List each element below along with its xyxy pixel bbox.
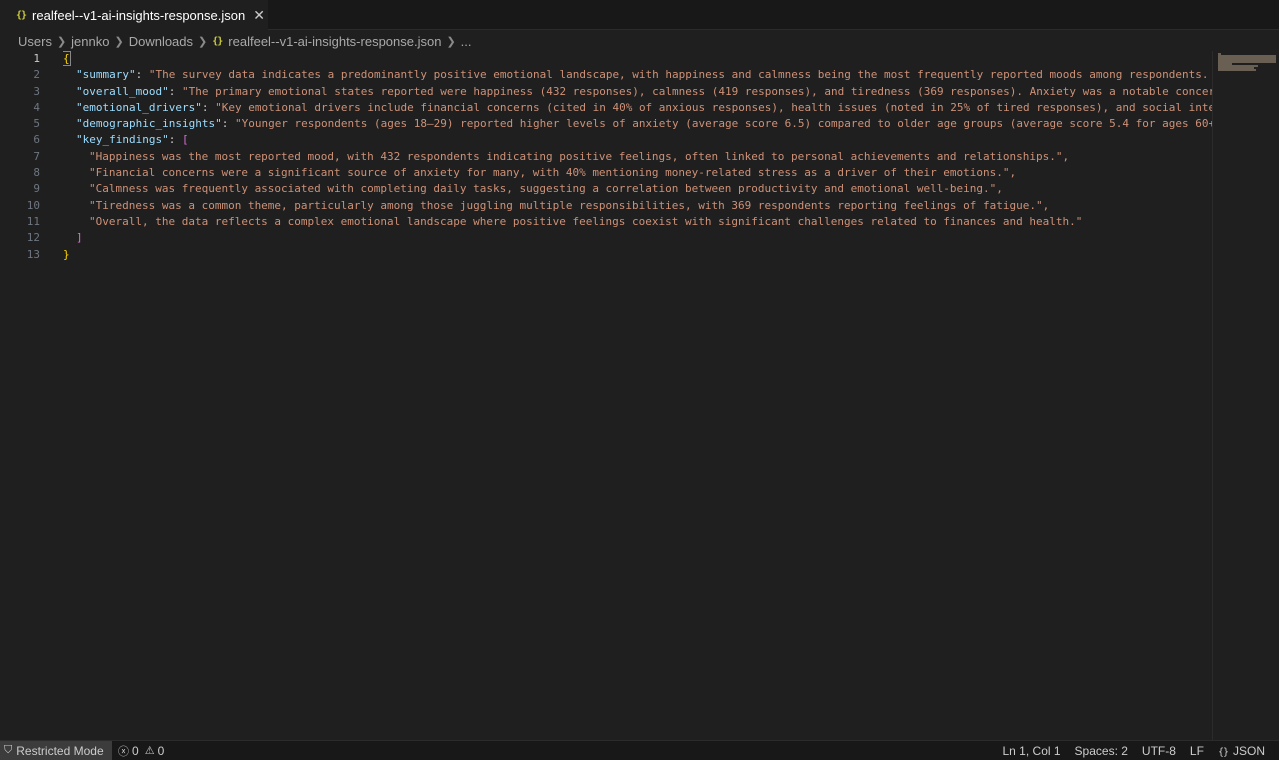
editor-window: {} realfeel--v1-ai-insights-response.jso… <box>0 0 1279 760</box>
json-braces-icon: {} <box>212 35 223 47</box>
code-editor[interactable]: 1 2 3 4 5 6 7 8 9 10 11 12 13 { "summary… <box>0 51 1212 740</box>
code-line: "overall_mood": "The primary emotional s… <box>63 84 1212 100</box>
json-string-value: "The primary emotional states reported w… <box>181 84 1212 98</box>
colon: : <box>135 68 149 82</box>
tab-json-file[interactable]: {} realfeel--v1-ai-insights-response.jso… <box>0 0 268 30</box>
colon: : <box>168 133 182 147</box>
line-number: 13 <box>26 247 40 261</box>
breadcrumb-item-symbols[interactable]: ... <box>461 34 472 49</box>
json-key: "emotional_drivers" <box>76 100 202 114</box>
json-braces-icon: {} <box>1217 746 1229 758</box>
code-line: "key_findings": [ <box>63 132 1212 148</box>
code-line: "demographic_insights": "Younger respond… <box>63 116 1212 132</box>
code-line: "emotional_drivers": "Key emotional driv… <box>63 100 1212 116</box>
error-count: 0 <box>132 743 139 758</box>
indentation-setting[interactable]: Spaces: 2 <box>1075 744 1128 758</box>
line-number-gutter: 1 2 3 4 5 6 7 8 9 10 11 12 13 <box>0 51 50 263</box>
warning-icon: ⚠ <box>144 745 155 757</box>
colon: : <box>221 117 235 131</box>
open-brace: { <box>63 51 71 66</box>
code-line: "Overall, the data reflects a complex em… <box>63 214 1212 230</box>
breadcrumb: Users ❯ jennko ❯ Downloads ❯ {} realfeel… <box>18 31 472 51</box>
close-brace: } <box>63 247 70 261</box>
language-mode[interactable]: {} JSON <box>1218 744 1265 758</box>
line-number: 4 <box>33 100 40 114</box>
language-label: JSON <box>1232 743 1265 758</box>
json-braces-icon: {} <box>16 9 27 21</box>
code-content[interactable]: { "summary": "The survey data indicates … <box>63 51 1212 263</box>
close-bracket: ] <box>76 231 83 245</box>
line-number: 9 <box>33 182 40 196</box>
status-bar: ⛉ Restricted Mode ⓧ 0 ⚠ 0 Ln 1, Col 1 Sp… <box>0 740 1279 760</box>
line-number: 3 <box>33 84 40 98</box>
code-line: "summary": "The survey data indicates a … <box>63 67 1212 83</box>
chevron-right-icon: ❯ <box>114 35 124 48</box>
line-number: 8 <box>33 166 40 180</box>
code-line: "Tiredness was a common theme, particula… <box>63 198 1212 214</box>
cursor-position[interactable]: Ln 1, Col 1 <box>1003 744 1061 758</box>
warning-count: 0 <box>157 743 165 758</box>
json-string-value: "Key emotional drivers include financial… <box>215 100 1212 114</box>
shield-icon: ⛉ <box>4 744 13 756</box>
line-number: 5 <box>33 117 40 131</box>
json-array-item: "Calmness was frequently associated with… <box>89 182 1003 196</box>
line-number: 12 <box>26 231 40 245</box>
tab-label: realfeel--v1-ai-insights-response.json <box>32 7 246 23</box>
line-number: 2 <box>33 68 40 82</box>
code-line: } <box>63 247 1212 263</box>
code-line: ] <box>63 230 1212 246</box>
code-line: "Happiness was the most reported mood, w… <box>63 149 1212 165</box>
line-number: 10 <box>26 198 40 212</box>
json-key: "overall_mood" <box>76 84 169 98</box>
restricted-mode-label: Restricted Mode <box>16 743 104 758</box>
json-array-item: "Overall, the data reflects a complex em… <box>89 214 1083 228</box>
json-array-item: "Happiness was the most reported mood, w… <box>89 149 1070 163</box>
chevron-right-icon: ❯ <box>446 35 456 48</box>
tab-bar: {} realfeel--v1-ai-insights-response.jso… <box>0 0 1279 30</box>
json-array-item: "Tiredness was a common theme, particula… <box>89 198 1050 212</box>
minimap-line <box>1218 69 1256 71</box>
code-line: "Calmness was frequently associated with… <box>63 181 1212 197</box>
encoding-setting[interactable]: UTF-8 <box>1142 744 1176 758</box>
colon: : <box>168 84 182 98</box>
close-icon[interactable]: ✕ <box>253 7 265 24</box>
chevron-right-icon: ❯ <box>198 35 208 48</box>
chevron-right-icon: ❯ <box>56 35 67 48</box>
breadcrumb-item-users[interactable]: Users <box>18 34 52 49</box>
minimap[interactable] <box>1212 51 1279 740</box>
code-line: "Financial concerns were a significant s… <box>63 165 1212 181</box>
json-array-item: "Financial concerns were a significant s… <box>89 166 1017 180</box>
breadcrumb-item-file[interactable]: realfeel--v1-ai-insights-response.json <box>228 34 441 49</box>
error-icon: ⓧ <box>118 745 129 758</box>
line-number: 11 <box>26 214 40 228</box>
restricted-mode-indicator[interactable]: ⛉ Restricted Mode <box>0 741 112 760</box>
breadcrumb-item-downloads[interactable]: Downloads <box>129 34 193 49</box>
colon: : <box>201 100 216 114</box>
breadcrumb-item-jennko[interactable]: jennko <box>71 34 109 49</box>
json-string-value: "Younger respondents (ages 18–29) report… <box>234 117 1212 131</box>
json-string-value: "The survey data indicates a predominant… <box>148 68 1212 82</box>
eol-setting[interactable]: LF <box>1190 744 1204 758</box>
open-bracket: [ <box>181 133 189 147</box>
problems-indicator[interactable]: ⓧ 0 ⚠ 0 <box>118 741 170 760</box>
line-number: 7 <box>33 149 40 163</box>
json-key: "summary" <box>76 68 136 82</box>
code-line: { <box>63 51 1212 67</box>
json-key: "demographic_insights" <box>76 117 222 131</box>
line-number: 1 <box>33 52 40 65</box>
status-right-items: Ln 1, Col 1 Spaces: 2 UTF-8 LF {} JSON <box>989 741 1266 760</box>
json-key: "key_findings" <box>76 133 169 147</box>
line-number: 6 <box>33 133 40 147</box>
